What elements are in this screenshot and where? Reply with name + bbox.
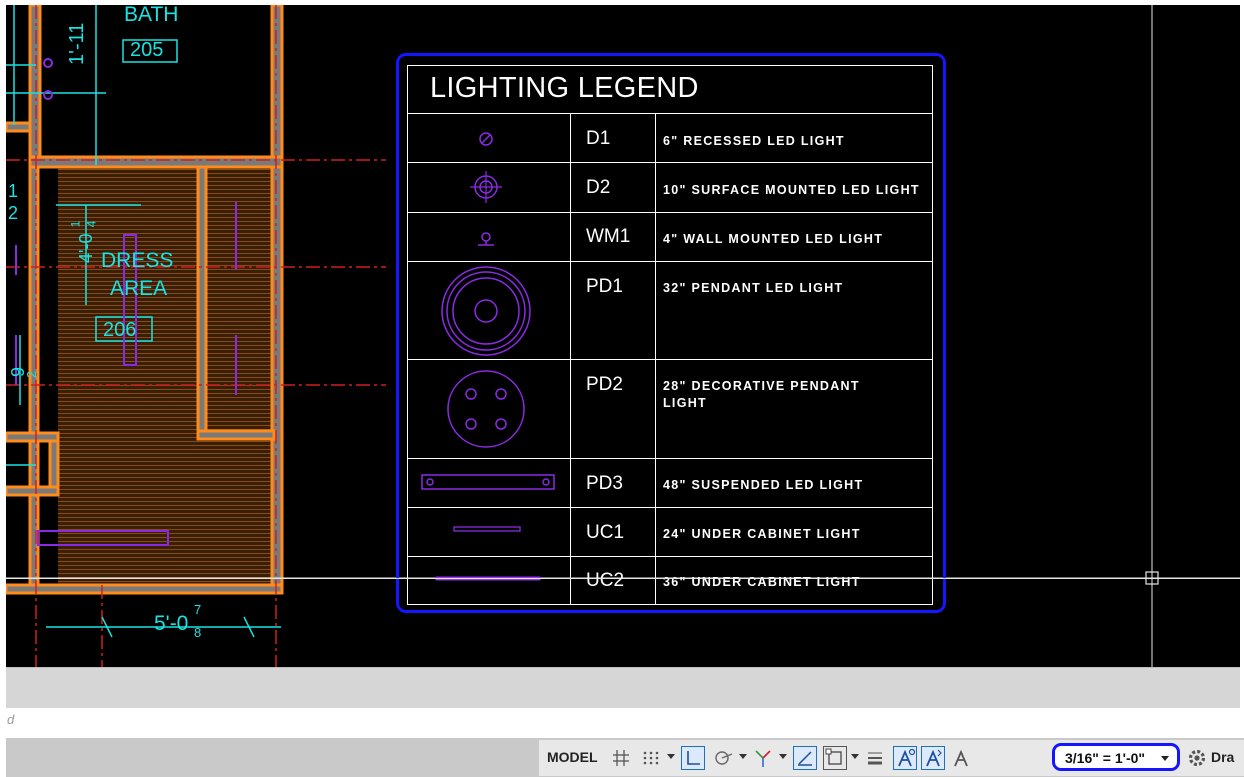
polar-dropdown-caret[interactable] [739,754,747,759]
dimension-left-lower-frac: 2 [24,370,40,379]
osnap-icon[interactable] [793,746,817,770]
model-space-button[interactable]: MODEL [547,749,598,765]
legend-desc-uc1: 24" UNDER CABINET LIGHT [663,527,861,541]
annotation-visibility-icon[interactable] [893,746,917,770]
isodraft-icon[interactable] [751,746,775,770]
legend-code-d1: D1 [586,128,611,149]
dimension-dress-frac-den: 4 [84,220,99,228]
room-name-area: AREA [110,277,168,300]
dimension-top: 1'-11 [66,22,88,65]
dimension-dress-frac-num: 1 [68,220,83,228]
polar-icon[interactable] [711,746,735,770]
legend-code-uc2: UC2 [586,570,625,591]
room-number-bath: 205 [130,39,164,61]
legend-code-pd2: PD2 [586,374,623,395]
legend-code-pd1: PD1 [586,276,623,297]
legend-code-d2: D2 [586,177,611,198]
legend-code-uc1: UC1 [586,522,625,543]
suspended-light-icon [408,458,570,507]
legend-desc-d2: 10" SURFACE MOUNTED LED LIGHT [663,183,920,197]
legend-desc-d1: 6" RECESSED LED LIGHT [663,134,845,148]
recessed-light-icon [408,113,570,162]
status-bar-tools: MODEL 3/16" = 1'-0" Dra [539,740,1244,776]
legend-code-pd3: PD3 [586,473,623,494]
annotation-scale-caret [1161,756,1169,761]
isodraft-dropdown-caret[interactable] [779,754,787,759]
room-number-dress: 206 [103,319,137,341]
dynamic-ucs-icon[interactable] [823,746,847,770]
grid-icon[interactable] [609,746,633,770]
legend-title: LIGHTING LEGEND [430,72,699,104]
dimension-dress: 4'-0 [76,233,96,263]
auto-scale-icon[interactable] [921,746,945,770]
dimension-left-b: 2 [8,203,19,223]
lineweight-icon[interactable] [863,746,887,770]
surface-mounted-light-icon [408,162,570,212]
annotation-scale-icon[interactable] [949,746,973,770]
command-line-text: d [7,712,15,727]
dress-area-floor-hatch [58,167,274,587]
under-cabinet-light-icon [408,507,570,556]
snap-dropdown-caret[interactable] [667,754,675,759]
annotation-scale-dropdown[interactable]: 3/16" = 1'-0" [1052,743,1180,771]
ortho-icon[interactable] [681,746,705,770]
legend-desc-uc2: 36" UNDER CABINET LIGHT [663,575,861,589]
dimension-bottom: 5'-0 [154,612,189,635]
pendant-light-icon [408,261,570,359]
room-name-bath: BATH [124,5,179,26]
command-line[interactable]: d [0,708,1244,738]
legend-desc-pd2: 28" DECORATIVE PENDANT LIGHT [663,379,860,410]
dynamic-ucs-dropdown-caret[interactable] [851,754,859,759]
snap-icon[interactable] [639,746,663,770]
under-cabinet-light-long-icon [408,556,570,606]
dimension-left-a: 1 [8,181,19,201]
legend-desc-pd1: 32" PENDANT LED LIGHT [663,281,844,295]
dimension-bottom-frac-den: 8 [194,625,202,640]
workspace-switch-label[interactable]: Dra [1211,749,1234,765]
room-name-dress: DRESS [101,249,174,272]
legend-desc-pd3: 48" SUSPENDED LED LIGHT [663,478,864,492]
dimension-bottom-frac-num: 7 [194,602,202,617]
command-history-strip [6,667,1240,708]
decorative-pendant-icon [408,359,570,458]
wall-mounted-light-icon [408,212,570,261]
status-bar: MODEL 3/16" = 1'-0" Dra [6,738,1244,777]
crosshair-horizontal-line [6,578,1240,579]
annotation-scale-value: 3/16" = 1'-0" [1065,750,1146,766]
settings-gear-icon[interactable] [1185,746,1209,770]
legend-desc-wm1: 4" WALL MOUNTED LED LIGHT [663,232,884,246]
lighting-legend-table[interactable]: LIGHTING LEGEND D1 6" RECESSED LED LIGHT… [407,65,933,605]
legend-code-wm1: WM1 [586,226,631,247]
